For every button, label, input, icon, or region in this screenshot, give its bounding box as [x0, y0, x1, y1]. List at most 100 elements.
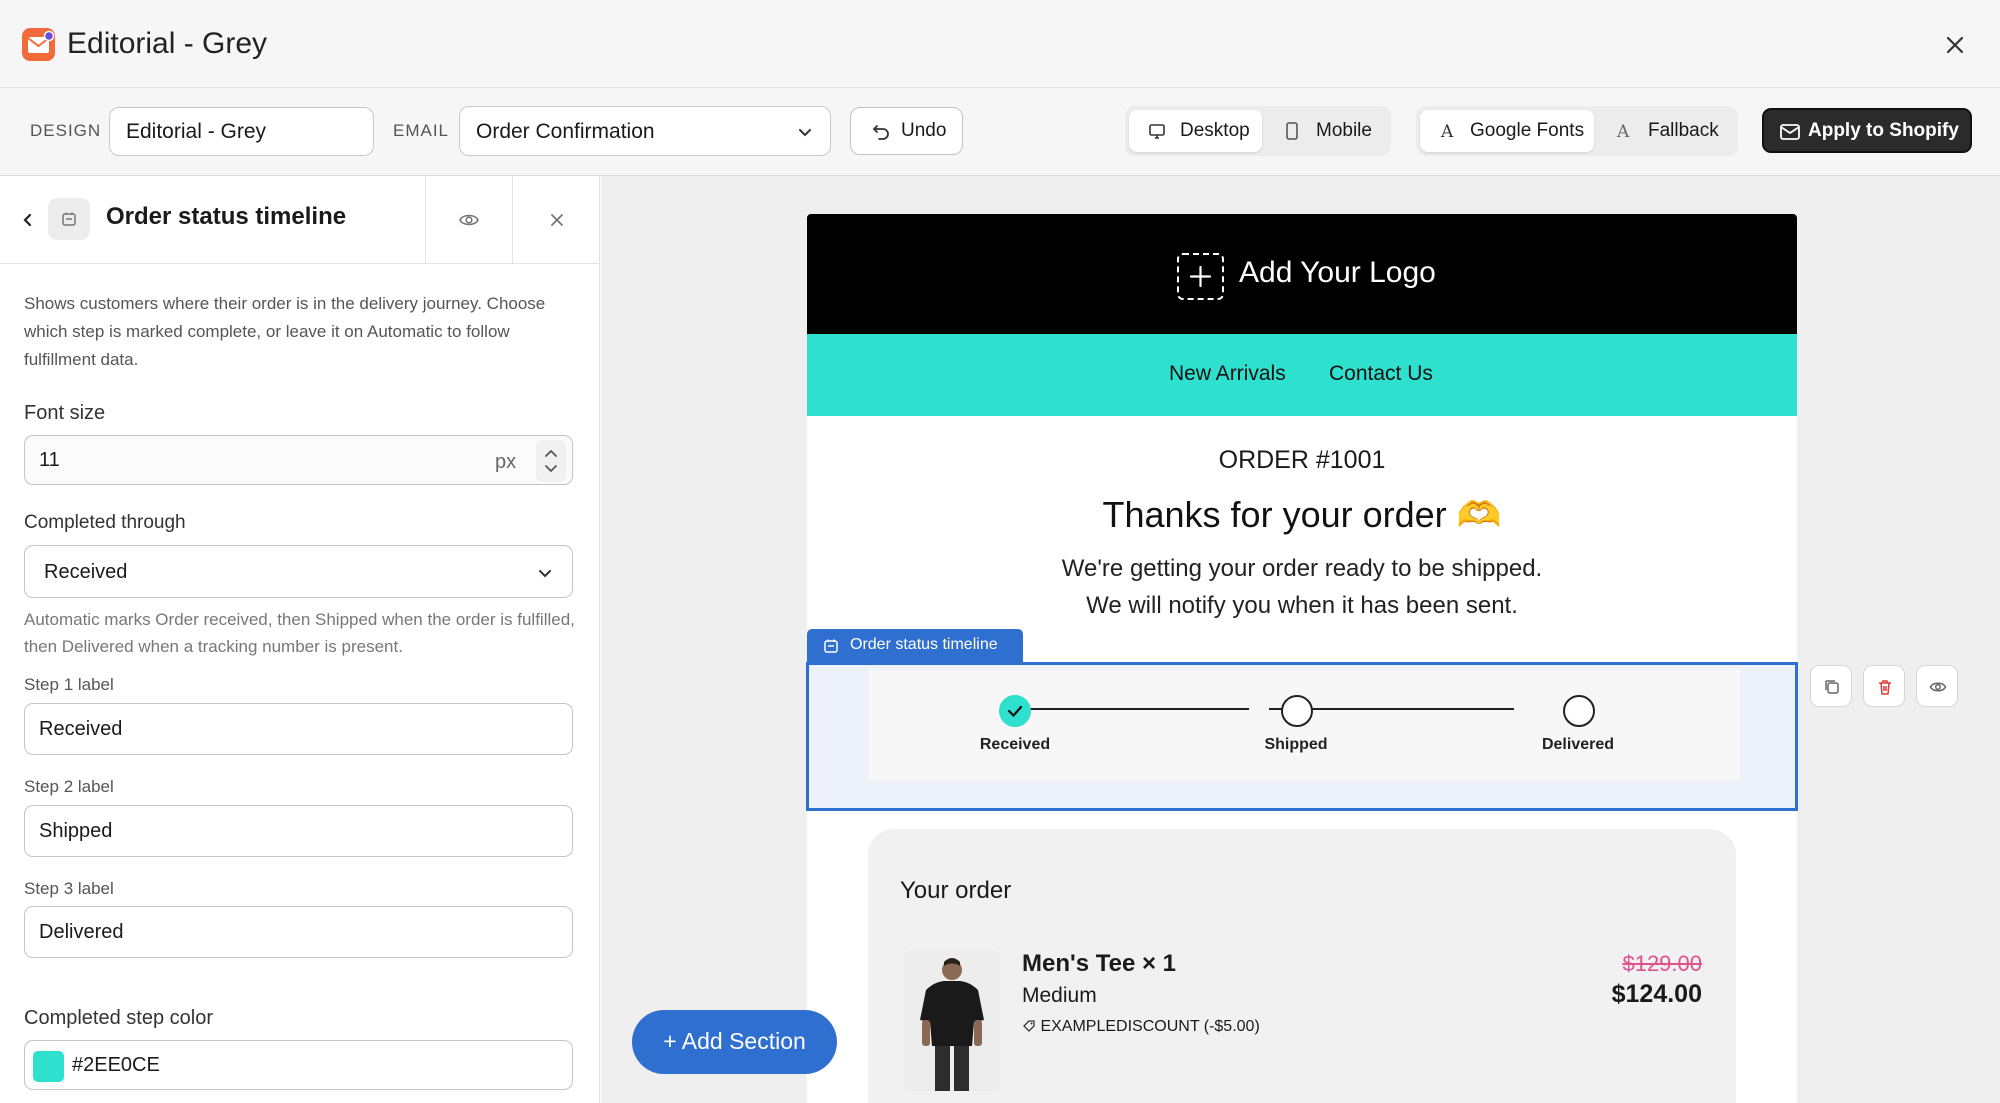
- eye-icon[interactable]: [458, 211, 480, 234]
- step-pending-dot: [1281, 695, 1313, 727]
- nav-contact-us[interactable]: Contact Us: [1329, 362, 1433, 386]
- step3-label: Step 3 label: [24, 879, 114, 898]
- section-block-icon: [824, 639, 838, 653]
- design-label: DESIGN: [30, 121, 102, 140]
- add-section-label: + Add Section: [663, 1028, 806, 1054]
- apply-to-shopify-button[interactable]: Apply to Shopify: [1762, 108, 1972, 153]
- toggle-visibility-button[interactable]: [1916, 665, 1958, 707]
- desktop-label: Desktop: [1180, 120, 1250, 141]
- step1-input[interactable]: Received: [24, 703, 573, 755]
- delete-section-button[interactable]: [1863, 665, 1905, 707]
- completed-through-hint: Automatic marks Order received, then Shi…: [24, 610, 575, 656]
- step2-value: Shipped: [39, 820, 113, 842]
- google-fonts-button[interactable]: A Google Fonts: [1420, 110, 1594, 152]
- logo-header[interactable]: Add Your Logo: [807, 214, 1797, 334]
- completed-through-label: Completed through: [24, 512, 186, 533]
- add-logo-icon: [1177, 253, 1224, 300]
- product-image: [904, 950, 1000, 1091]
- thanks-heading: Thanks for your order 🫶: [1102, 494, 1502, 535]
- apply-label: Apply to Shopify: [1808, 120, 1959, 141]
- undo-button[interactable]: Undo: [850, 107, 963, 155]
- product-variant: Medium: [1022, 984, 1097, 1007]
- completed-color-label: Completed step color: [24, 1007, 213, 1029]
- discount-code: EXAMPLEDISCOUNT (-$5.00): [1040, 1018, 1260, 1035]
- subtitle-line-1: We're getting your order ready to be shi…: [1061, 555, 1543, 582]
- trash-icon: [1879, 680, 1891, 695]
- add-logo-text: Add Your Logo: [1239, 256, 1436, 289]
- timeline-connector: [1019, 708, 1249, 710]
- app-mail-icon: [22, 28, 55, 61]
- selected-section-tag[interactable]: Order status timeline: [807, 629, 1023, 663]
- panel-header: Order status timeline: [0, 176, 600, 264]
- undo-label: Undo: [901, 120, 947, 141]
- section-block-icon: [48, 198, 90, 240]
- original-price: $129.00: [1622, 951, 1702, 976]
- toolbar: DESIGN Editorial - Grey EMAIL Order Conf…: [0, 88, 2000, 176]
- completed-through-select[interactable]: Received: [24, 545, 573, 598]
- timeline-step-label: Received: [979, 736, 1051, 753]
- font-a-icon: A: [1616, 122, 1630, 141]
- color-swatch[interactable]: [33, 1051, 64, 1082]
- nav-new-arrivals[interactable]: New Arrivals: [1169, 362, 1286, 386]
- timeline-step-label: Shipped: [1264, 736, 1328, 753]
- selected-section-name: Order status timeline: [850, 636, 998, 653]
- step-pending-dot: [1563, 695, 1595, 727]
- desktop-view-button[interactable]: Desktop: [1129, 110, 1262, 152]
- step1-label: Step 1 label: [24, 675, 114, 694]
- section-description: Shows customers where their order is in …: [24, 294, 546, 369]
- window-title: Editorial - Grey: [67, 27, 268, 60]
- completed-color-input[interactable]: #2EE0CE: [24, 1040, 573, 1090]
- close-panel-icon[interactable]: [548, 211, 566, 234]
- product-discount: EXAMPLEDISCOUNT (-$5.00): [1022, 1018, 1260, 1036]
- product-name: Men's Tee × 1: [1022, 950, 1176, 977]
- order-number: ORDER #1001: [1218, 446, 1386, 474]
- divider: [425, 176, 426, 264]
- mail-icon: [1780, 124, 1800, 140]
- step3-value: Delivered: [39, 921, 124, 943]
- duplicate-section-button[interactable]: [1810, 665, 1852, 707]
- svg-text:A: A: [1616, 122, 1630, 141]
- mobile-label: Mobile: [1316, 120, 1372, 141]
- eye-icon: [1929, 682, 1947, 692]
- google-fonts-label: Google Fonts: [1470, 120, 1585, 141]
- step3-input[interactable]: Delivered: [24, 906, 573, 958]
- fallback-font-button[interactable]: A Fallback: [1596, 110, 1734, 152]
- completed-color-value: #2EE0CE: [72, 1054, 160, 1076]
- panel-title: Order status timeline: [106, 203, 347, 230]
- order-status-timeline[interactable]: Received Shipped Delivered: [806, 662, 1798, 811]
- chevron-down-icon: [536, 564, 554, 587]
- font-size-unit: px: [495, 451, 517, 473]
- email-label: EMAIL: [393, 121, 450, 140]
- font-size-label: Font size: [24, 402, 106, 424]
- back-chevron-icon[interactable]: [20, 210, 36, 235]
- view-toggle: Desktop Mobile: [1125, 106, 1391, 156]
- settings-panel: Order status timeline Shows customers wh…: [0, 176, 600, 1103]
- tag-icon: [1023, 1020, 1035, 1032]
- step2-input[interactable]: Shipped: [24, 805, 573, 857]
- step-complete-check-icon: [999, 695, 1031, 727]
- email-template-value: Order Confirmation: [476, 120, 655, 143]
- email-template-select[interactable]: Order Confirmation: [459, 106, 831, 156]
- step2-label: Step 2 label: [24, 777, 114, 796]
- font-size-input[interactable]: 11 px: [24, 435, 573, 485]
- mobile-view-button[interactable]: Mobile: [1264, 110, 1387, 152]
- font-a-icon: A: [1440, 122, 1454, 141]
- timeline-step-label: Delivered: [1541, 736, 1615, 753]
- email-nav-bar: New Arrivals Contact Us: [807, 334, 1797, 416]
- undo-icon: [872, 125, 889, 140]
- phone-icon: [1286, 122, 1298, 140]
- font-toggle: A Google Fonts A Fallback: [1416, 106, 1738, 156]
- subtitle-line-2: We will notify you when it has been sent…: [1086, 592, 1518, 619]
- stepper-arrows-icon: [545, 449, 557, 473]
- font-size-stepper[interactable]: [536, 440, 566, 482]
- completed-through-value: Received: [44, 561, 128, 583]
- your-order-heading: Your order: [900, 877, 1012, 904]
- font-size-value: 11: [39, 449, 60, 471]
- add-section-button[interactable]: + Add Section: [632, 1010, 837, 1074]
- timeline-track: Received Shipped Delivered: [869, 669, 1740, 781]
- design-name-input[interactable]: Editorial - Grey: [109, 107, 374, 156]
- close-icon[interactable]: [1940, 30, 1970, 60]
- chevron-down-icon: [796, 123, 814, 146]
- sale-price: $124.00: [1611, 980, 1702, 1008]
- duplicate-icon: [1825, 680, 1839, 694]
